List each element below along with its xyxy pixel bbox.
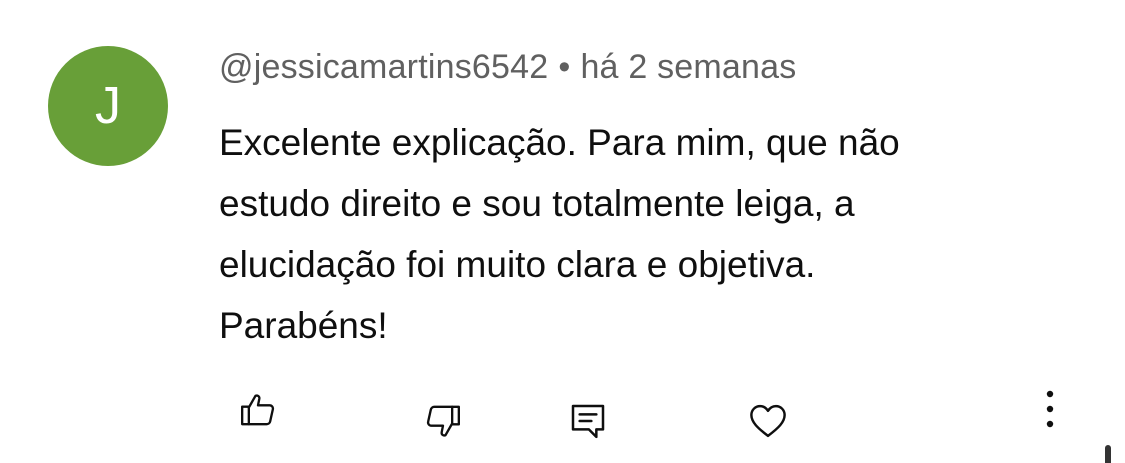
comment-action-bar	[0, 385, 1125, 455]
dislike-button[interactable]	[413, 391, 473, 451]
comment-text-line: estudo direito e sou totalmente leiga, a	[219, 183, 855, 224]
comment-author[interactable]: @jessicamartins6542	[219, 48, 548, 86]
comment-text-line: Excelente explicação. Para mim, que não	[219, 122, 900, 163]
reply-icon	[571, 404, 605, 439]
avatar[interactable]: J	[48, 46, 168, 166]
heart-button[interactable]	[738, 391, 798, 451]
thumbs-up-icon	[241, 394, 275, 426]
thumbs-down-icon	[426, 405, 460, 437]
scroll-indicator	[1105, 445, 1111, 463]
heart-icon	[750, 404, 786, 438]
more-vert-icon	[1046, 390, 1054, 428]
comment-text-line: elucidação foi muito clara e objetiva.	[219, 244, 816, 285]
meta-separator: •	[558, 48, 571, 86]
reply-button[interactable]	[558, 391, 618, 451]
comment-timestamp[interactable]: há 2 semanas	[580, 48, 796, 86]
like-button[interactable]	[228, 380, 288, 440]
comment-thread-item: J @jessicamartins6542 • há 2 semanas Excel…	[0, 0, 1125, 463]
comment-header: @jessicamartins6542 • há 2 semanas	[219, 48, 796, 87]
comment-text-line: Parabéns!	[219, 305, 388, 346]
avatar-letter: J	[95, 77, 121, 135]
comment-text: Excelente explicação. Para mim, que não …	[219, 112, 1069, 356]
more-options-button[interactable]	[1020, 379, 1080, 439]
